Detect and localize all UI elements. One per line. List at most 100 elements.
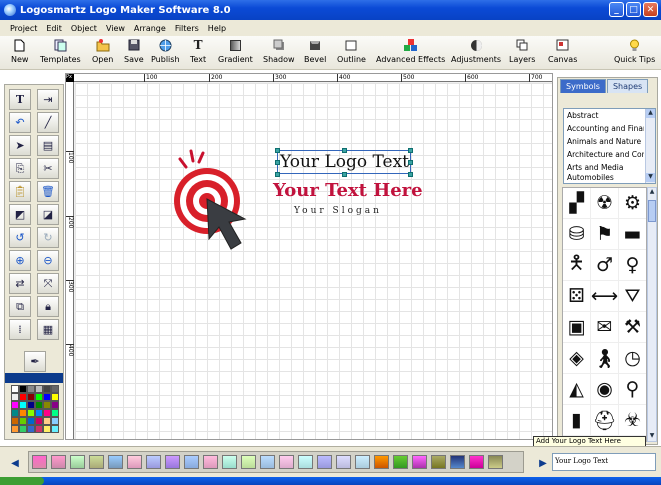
paste-tool[interactable]: 📋︎	[9, 181, 31, 202]
gear-symbol-icon[interactable]: ⚙	[619, 188, 646, 219]
start-button[interactable]	[0, 477, 44, 485]
paste-special-tool[interactable]: ▤	[37, 135, 59, 156]
select-arrow-tool[interactable]: ➤	[9, 135, 31, 156]
outline-button[interactable]: Outline	[337, 38, 366, 64]
menu-help[interactable]: Help	[208, 24, 226, 33]
swatch[interactable]	[374, 455, 389, 469]
design-canvas[interactable]: 100 200 300 400 500 600 700 100 200 300 …	[65, 73, 553, 440]
swatch[interactable]	[279, 455, 294, 469]
maximize-button[interactable]: □	[626, 2, 641, 17]
swatch[interactable]	[127, 455, 142, 469]
swatch[interactable]	[355, 455, 370, 469]
cut-scissors-tool[interactable]: ✂	[37, 158, 59, 179]
swatch[interactable]	[51, 455, 66, 469]
swatch[interactable]	[488, 455, 503, 469]
group-tool[interactable]: ⧉	[9, 296, 31, 317]
swatch[interactable]	[317, 455, 332, 469]
tab-symbols[interactable]: Symbols	[560, 79, 606, 93]
category-list[interactable]: Abstract Accounting and Finance Animals …	[563, 108, 656, 184]
swatch[interactable]	[298, 455, 313, 469]
templates-button[interactable]: Templates	[40, 38, 81, 64]
slogan-text[interactable]: Your Slogan	[294, 206, 382, 216]
open-button[interactable]: Open	[92, 38, 113, 64]
zoom-in-tool[interactable]: ⊕	[9, 250, 31, 271]
category-item[interactable]: Accounting and Finance	[564, 122, 644, 135]
properties-tool[interactable]: ▦	[37, 319, 59, 340]
tag-symbol-icon[interactable]: ◈	[563, 343, 591, 374]
lock-tool[interactable]: 🔒︎	[37, 296, 59, 317]
swatch[interactable]	[108, 455, 123, 469]
wolf-symbol-icon[interactable]: ◉	[591, 374, 619, 405]
landscape-symbol-icon[interactable]: ◭	[563, 374, 591, 405]
category-scrollbar[interactable]: ▲ ▼	[645, 109, 655, 183]
arrow-line-symbol-icon[interactable]: ⟷	[591, 281, 619, 312]
scroll-down-icon[interactable]: ▼	[648, 432, 656, 441]
tools-symbol-icon[interactable]: ⚒	[619, 312, 646, 343]
rotate-tool[interactable]: ↶	[9, 112, 31, 133]
resize-handle[interactable]	[275, 172, 280, 177]
menu-filters[interactable]: Filters	[175, 24, 199, 33]
delete-tool[interactable]: 🗑︎	[37, 181, 59, 202]
scroll-down-icon[interactable]: ▼	[646, 173, 655, 182]
resize-handle[interactable]	[408, 172, 413, 177]
device-symbol-icon[interactable]: ▮	[563, 405, 591, 436]
envelope-symbol-icon[interactable]: ✉	[591, 312, 619, 343]
adjustments-button[interactable]: Adjustments	[451, 38, 501, 64]
swatch[interactable]	[165, 455, 180, 469]
target-cursor-logo[interactable]	[169, 147, 254, 257]
figure-symbol-icon[interactable]: 🯅	[563, 250, 591, 281]
swatch[interactable]	[431, 455, 446, 469]
redo-tool[interactable]: ↻	[37, 227, 59, 248]
people-symbol-icon[interactable]: ⚑	[591, 219, 619, 250]
canvas-button[interactable]: Canvas	[548, 38, 577, 64]
new-button[interactable]: New	[11, 38, 28, 64]
tagline-text[interactable]: Your Text Here	[273, 180, 423, 201]
distribute-tool[interactable]: ⁞	[9, 319, 31, 340]
swatch[interactable]	[393, 455, 408, 469]
category-item[interactable]: Abstract	[564, 109, 644, 122]
symbol-scrollbar[interactable]: ▲ ▼	[647, 187, 657, 442]
person-symbol-icon[interactable]: 🚶︎	[591, 343, 619, 374]
swatch[interactable]	[260, 455, 275, 469]
chevron-right-icon[interactable]: ▶	[536, 455, 550, 471]
swatch[interactable]	[412, 455, 427, 469]
logo-text-input[interactable]: Your Logo Text	[552, 453, 656, 471]
layers-button[interactable]: Layers	[509, 38, 535, 64]
dice-symbol-icon[interactable]: ⚄	[563, 281, 591, 312]
swatch[interactable]	[146, 455, 161, 469]
scroll-up-icon[interactable]: ▲	[646, 109, 655, 118]
clock-symbol-icon[interactable]: ◷	[619, 343, 646, 374]
undo-tool[interactable]: ↺	[9, 227, 31, 248]
menu-project[interactable]: Project	[10, 24, 37, 33]
swatch[interactable]	[241, 455, 256, 469]
category-item[interactable]: Architecture and Construction	[564, 148, 644, 161]
biohazard-symbol-icon[interactable]: ☣	[619, 405, 646, 436]
copy-tool[interactable]: ⎘	[9, 158, 31, 179]
category-item[interactable]: Automobiles	[564, 174, 644, 182]
align-tool[interactable]: ⇥	[37, 89, 59, 110]
text-tool[interactable]: T	[9, 89, 31, 110]
bevel-button[interactable]: Bevel	[304, 38, 326, 64]
money-symbol-icon[interactable]: ⛁	[563, 219, 591, 250]
send-backward-tool[interactable]: ◪	[37, 204, 59, 225]
shadow-button[interactable]: Shadow	[263, 38, 295, 64]
swatch[interactable]	[450, 455, 465, 469]
mask-symbol-icon[interactable]: ⛑	[591, 405, 619, 436]
tab-shapes[interactable]: Shapes	[606, 79, 649, 93]
category-item[interactable]: Animals and Nature	[564, 135, 644, 148]
eyedropper-tool[interactable]: ✒	[24, 351, 46, 372]
zoom-out-tool[interactable]: ⊖	[37, 250, 59, 271]
menu-arrange[interactable]: Arrange	[134, 24, 166, 33]
triangle-badge-symbol-icon[interactable]: ⛛	[619, 281, 646, 312]
logo-text[interactable]: Your Logo Text	[280, 152, 409, 172]
scroll-thumb[interactable]	[648, 200, 656, 222]
swatch[interactable]	[32, 455, 47, 469]
scroll-up-icon[interactable]: ▲	[648, 188, 656, 197]
radiation-symbol-icon[interactable]: ☢	[591, 188, 619, 219]
text-tool-button[interactable]: T Text	[190, 38, 206, 64]
chevron-left-icon[interactable]: ◀	[8, 455, 22, 471]
swatch[interactable]	[222, 455, 237, 469]
gradient-button[interactable]: Gradient	[218, 38, 253, 64]
flip-tool[interactable]: ⇄	[9, 273, 31, 294]
female-symbol-icon[interactable]: ♀	[619, 250, 646, 281]
